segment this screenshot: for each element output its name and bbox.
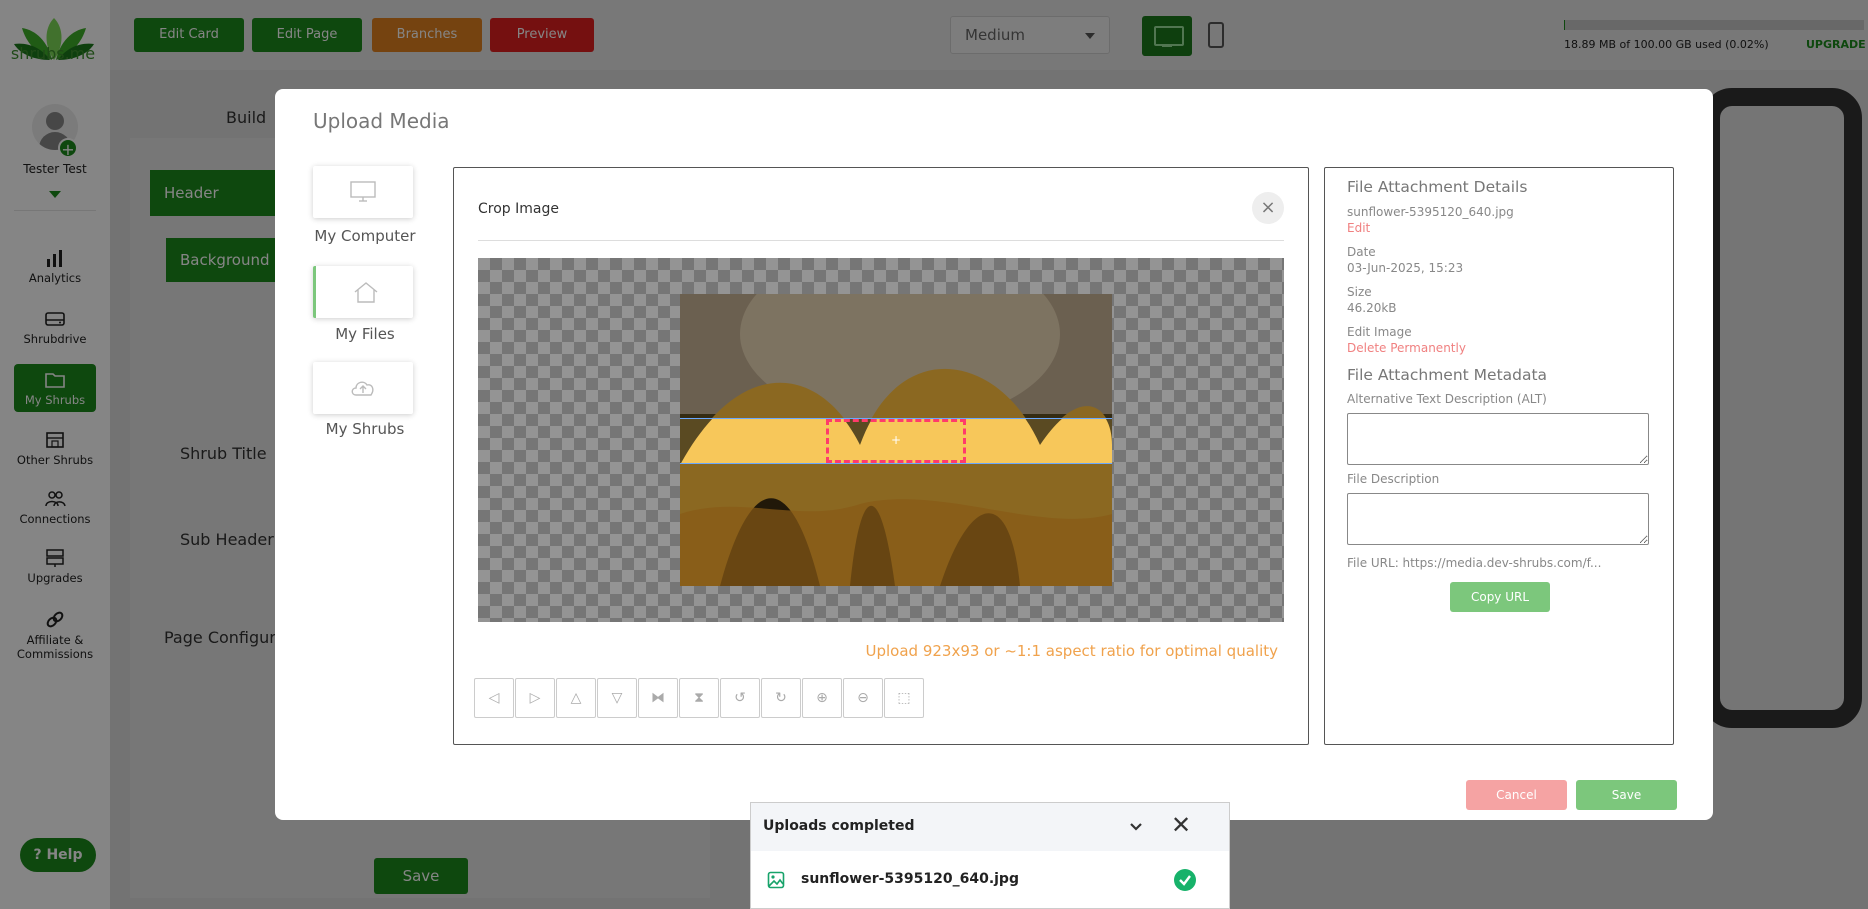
upload-media-modal: Upload Media My Computer My Files My Shr… xyxy=(275,89,1713,820)
size-label: Size xyxy=(1347,285,1372,299)
file-details-panel: File Attachment Details sunflower-539512… xyxy=(1324,167,1674,745)
monitor-icon xyxy=(350,181,376,202)
home-icon xyxy=(354,282,378,303)
crop-image-title: Crop Image xyxy=(478,201,559,217)
size-value: 46.20kB xyxy=(1347,301,1397,315)
move-right-button[interactable]: ▷ xyxy=(515,678,555,718)
move-up-icon: △ xyxy=(570,690,582,706)
zoom-out-button[interactable]: ⊖ xyxy=(843,678,883,718)
crop-center-marker: + xyxy=(891,433,902,447)
move-left-button[interactable]: ◁ xyxy=(474,678,514,718)
flip-vertical-icon: ⧗ xyxy=(694,690,704,706)
date-value: 03-Jun-2025, 15:23 xyxy=(1347,261,1464,275)
cancel-button[interactable]: Cancel xyxy=(1466,780,1567,810)
edit-image-label[interactable]: Edit Image xyxy=(1347,325,1412,339)
upload-complete-check-icon xyxy=(1174,869,1196,891)
image-file-icon xyxy=(767,871,785,889)
file-name: sunflower-5395120_640.jpg xyxy=(1347,205,1514,219)
crop-quality-hint: Upload 923x93 or ~1:1 aspect ratio for o… xyxy=(865,642,1278,660)
crop-canvas[interactable]: + xyxy=(478,258,1284,622)
file-description-label: File Description xyxy=(1347,472,1440,486)
rotate-left-icon: ↺ xyxy=(734,690,746,706)
file-url-text: File URL: https://media.dev-shrubs.com/f… xyxy=(1347,556,1602,570)
file-description-input[interactable] xyxy=(1347,493,1649,545)
source-label: My Files xyxy=(335,325,395,343)
rotate-left-button[interactable]: ↺ xyxy=(720,678,760,718)
save-button[interactable]: Save xyxy=(1576,780,1677,810)
file-metadata-heading: File Attachment Metadata xyxy=(1347,366,1548,384)
cloud-upload-icon xyxy=(351,381,374,396)
uploads-header: Uploads completed ✕ xyxy=(751,803,1229,851)
alt-text-input[interactable] xyxy=(1347,413,1649,465)
flip-horizontal-icon: ⧓ xyxy=(651,690,665,706)
chevron-down-icon[interactable] xyxy=(1127,817,1145,835)
rotate-right-icon: ↻ xyxy=(775,690,787,706)
close-uploads-icon[interactable]: ✕ xyxy=(1171,811,1191,839)
move-down-button[interactable]: ▽ xyxy=(597,678,637,718)
rotate-right-button[interactable]: ↻ xyxy=(761,678,801,718)
crop-divider xyxy=(478,240,1284,241)
move-up-button[interactable]: △ xyxy=(556,678,596,718)
move-right-icon: ▷ xyxy=(529,690,541,706)
zoom-in-button[interactable]: ⊕ xyxy=(802,678,842,718)
close-icon[interactable]: × xyxy=(1252,192,1284,224)
move-left-icon: ◁ xyxy=(488,690,500,706)
source-label: My Shrubs xyxy=(325,420,405,438)
file-details-heading: File Attachment Details xyxy=(1347,178,1528,196)
source-my-computer[interactable] xyxy=(313,166,413,218)
edit-file-link[interactable]: Edit xyxy=(1347,221,1370,235)
uploads-title: Uploads completed xyxy=(763,818,915,834)
reset-crop-button[interactable]: ⬚ xyxy=(884,678,924,718)
alt-text-label: Alternative Text Description (ALT) xyxy=(1347,392,1547,406)
uploads-panel: Uploads completed ✕ sunflower-5395120_64… xyxy=(750,802,1230,909)
copy-url-button[interactable]: Copy URL xyxy=(1450,582,1550,612)
flip-horizontal-button[interactable]: ⧓ xyxy=(638,678,678,718)
crop-image-panel: Crop Image × + Upload 923x93 or ~1:1 asp… xyxy=(453,167,1309,745)
uploaded-file-name: sunflower-5395120_640.jpg xyxy=(801,871,1019,887)
source-my-shrubs[interactable] xyxy=(313,362,413,414)
move-down-icon: ▽ xyxy=(611,690,623,706)
delete-permanently-link[interactable]: Delete Permanently xyxy=(1347,341,1466,355)
source-label: My Computer xyxy=(314,227,416,245)
zoom-out-icon: ⊖ xyxy=(857,690,869,706)
source-my-files[interactable] xyxy=(313,266,413,318)
flip-vertical-button[interactable]: ⧗ xyxy=(679,678,719,718)
zoom-in-icon: ⊕ xyxy=(816,690,828,706)
date-label: Date xyxy=(1347,245,1376,259)
modal-title: Upload Media xyxy=(313,109,450,133)
reset-crop-icon: ⬚ xyxy=(897,690,911,706)
